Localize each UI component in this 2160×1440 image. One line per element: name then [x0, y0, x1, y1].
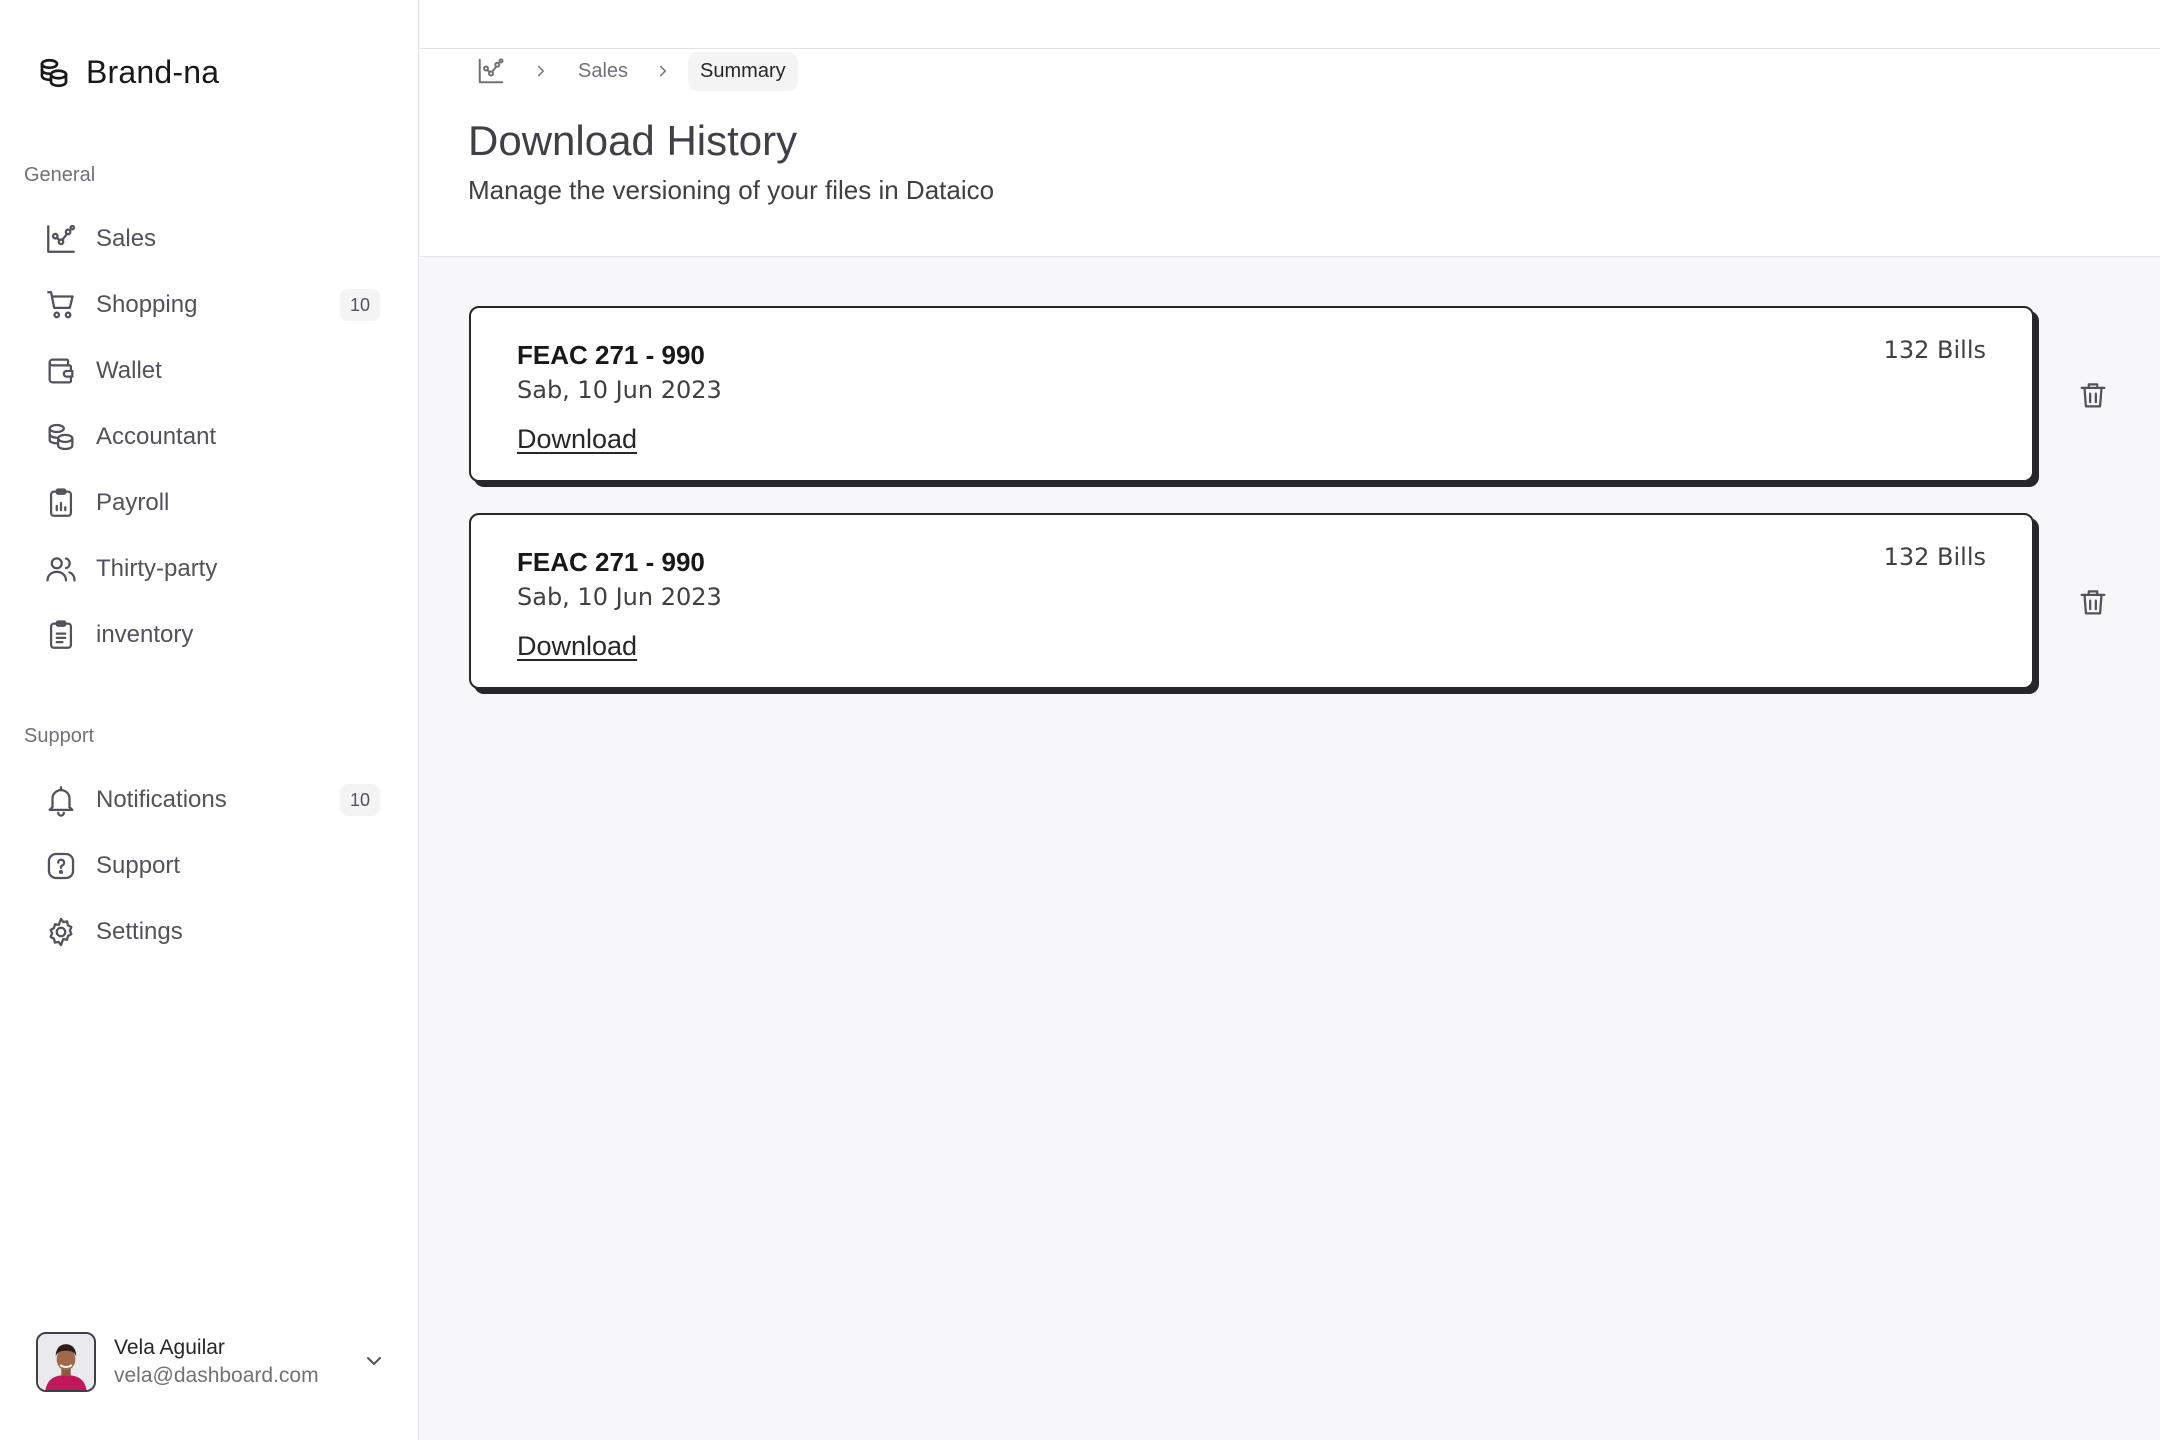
sidebar-item-label: Shopping [96, 291, 198, 318]
sidebar-item-label: Thirty-party [96, 555, 218, 582]
breadcrumb-sales[interactable]: Sales [578, 60, 628, 83]
wallet-icon [44, 354, 78, 388]
download-card: FEAC 271 - 990 Sab, 10 Jun 2023 132 Bill… [469, 513, 2034, 689]
brand-logo[interactable]: Brand-na [36, 54, 219, 91]
help-icon [44, 849, 78, 883]
download-date: Sab, 10 Jun 2023 [517, 583, 722, 611]
breadcrumb-summary[interactable]: Summary [688, 51, 798, 91]
coins-icon [36, 55, 72, 91]
sidebar-item-sales[interactable]: Sales [44, 211, 380, 267]
download-card: FEAC 271 - 990 Sab, 10 Jun 2023 132 Bill… [469, 306, 2034, 482]
users-icon [44, 552, 78, 586]
download-title: FEAC 271 - 990 [517, 340, 705, 370]
sidebar-item-label: Settings [96, 918, 183, 945]
sidebar-item-settings[interactable]: Settings [44, 904, 380, 960]
sidebar-item-label: Payroll [96, 489, 170, 516]
sidebar-item-label: Notifications [96, 786, 227, 813]
bell-icon [44, 783, 78, 817]
sidebar-item-label: inventory [96, 621, 194, 648]
page-subtitle: Manage the versioning of your files in D… [468, 175, 995, 205]
sidebar-item-label: Sales [96, 225, 157, 252]
sidebar-item-label: Support [96, 852, 181, 879]
sidebar-item-inventory[interactable]: inventory [44, 607, 380, 663]
section-label-support: Support [24, 725, 95, 747]
sidebar-item-label: Accountant [96, 423, 217, 450]
trash-icon[interactable] [2076, 585, 2110, 619]
chart-icon [44, 222, 78, 256]
download-date: Sab, 10 Jun 2023 [517, 376, 722, 404]
avatar [36, 1332, 96, 1392]
gear-icon [44, 915, 78, 949]
top-bar [420, 0, 2160, 49]
brand-name: Brand-na [86, 54, 220, 90]
sidebar-item-payroll[interactable]: Payroll [44, 475, 380, 531]
download-link[interactable]: Download [517, 631, 637, 662]
chart-icon[interactable] [476, 56, 506, 86]
chevron-right-icon [654, 62, 672, 80]
sidebar-item-label: Wallet [96, 357, 162, 384]
chevron-right-icon [532, 62, 550, 80]
trash-icon[interactable] [2076, 378, 2110, 412]
bills-count: 132 Bills [1883, 336, 1986, 364]
count-badge: 10 [340, 784, 380, 816]
user-menu[interactable]: Vela Aguilar vela@dashboard.com [36, 1331, 386, 1393]
user-name: Vela Aguilar [114, 1336, 225, 1359]
page-header: Sales Summary Download History Manage th… [420, 49, 2160, 257]
sidebar-item-thirty-party[interactable]: Thirty-party [44, 541, 380, 597]
download-link[interactable]: Download [517, 424, 637, 455]
sidebar-item-support[interactable]: Support [44, 838, 380, 894]
section-label-general: General [24, 164, 96, 186]
clipboard-list-icon [44, 618, 78, 652]
page-title: Download History [468, 117, 798, 164]
clipboard-chart-icon [44, 486, 78, 520]
sidebar-item-wallet[interactable]: Wallet [44, 343, 380, 399]
user-email: vela@dashboard.com [114, 1364, 319, 1387]
sidebar-item-accountant[interactable]: Accountant [44, 409, 380, 465]
sidebar-item-shopping[interactable]: Shopping 10 [44, 277, 380, 333]
coins-icon [44, 420, 78, 454]
sidebar-item-notifications[interactable]: Notifications 10 [44, 772, 380, 828]
download-title: FEAC 271 - 990 [517, 547, 705, 577]
breadcrumb: Sales Summary [476, 51, 798, 91]
sidebar: Brand-na General Sales Shopping 10 Walle… [0, 0, 419, 1440]
count-badge: 10 [340, 289, 380, 321]
cart-icon [44, 288, 78, 322]
bills-count: 132 Bills [1883, 543, 1986, 571]
chevron-down-icon[interactable] [362, 1349, 386, 1373]
